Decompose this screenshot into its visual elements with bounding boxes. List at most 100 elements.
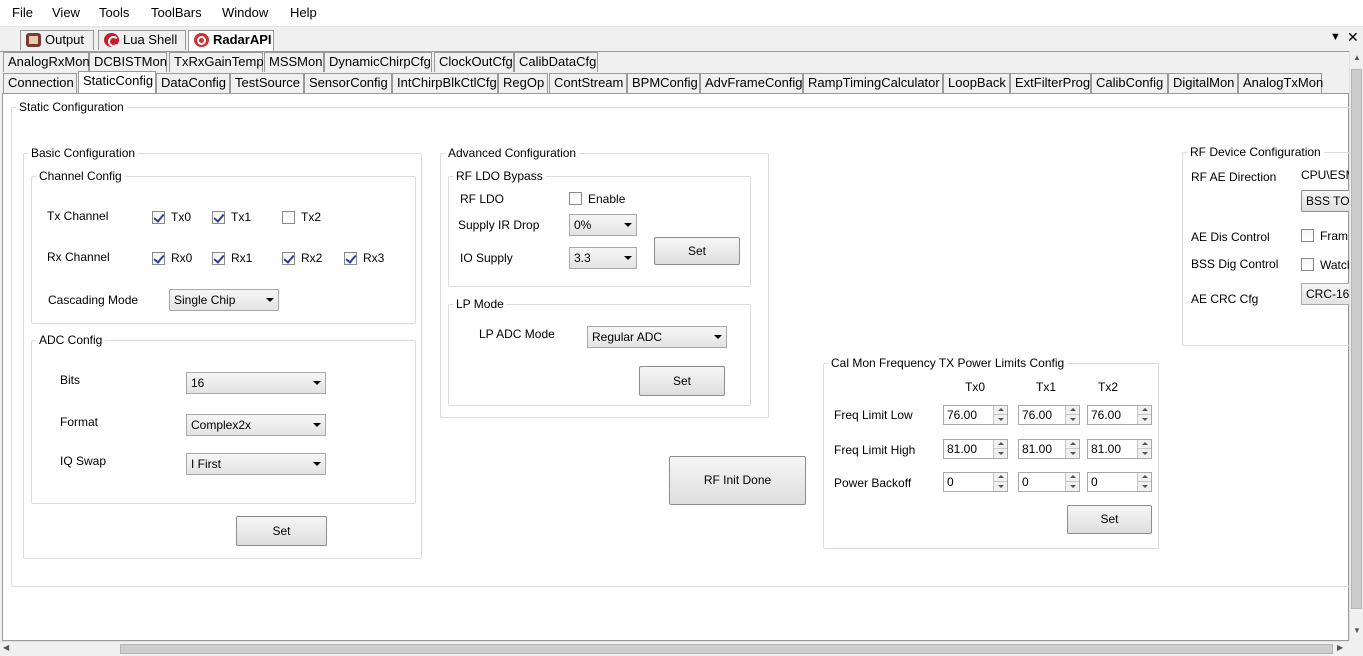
freq-limit-high-tx1-spinner[interactable]: 81.00: [1018, 439, 1080, 459]
doc-tab-output[interactable]: Output: [20, 30, 94, 50]
spin-up-icon[interactable]: [1137, 440, 1151, 449]
tab-dynamicchirpcfg[interactable]: DynamicChirpCfg: [324, 52, 432, 72]
tab-sensorconfig[interactable]: SensorConfig: [304, 73, 392, 93]
spin-down-icon[interactable]: [1137, 482, 1151, 491]
cascading-mode-select[interactable]: Single Chip: [169, 289, 279, 311]
supply-ir-drop-select[interactable]: 0%: [569, 214, 637, 236]
bits-select[interactable]: 16: [186, 372, 326, 394]
tab-staticconfig[interactable]: StaticConfig: [78, 71, 156, 93]
menu-toolbars[interactable]: ToolBars: [151, 5, 202, 20]
spin-up-icon[interactable]: [1065, 440, 1079, 449]
spin-down-icon[interactable]: [1137, 415, 1151, 424]
tab-dcbistmon[interactable]: DCBISTMon: [89, 52, 167, 72]
tab-advframeconfig[interactable]: AdvFrameConfig: [700, 73, 803, 93]
scroll-up-icon[interactable]: ▲: [1353, 53, 1361, 62]
rf-ldo-enable-checkbox[interactable]: [569, 192, 582, 205]
spin-up-icon[interactable]: [1065, 406, 1079, 415]
tx2-checkbox[interactable]: [282, 211, 295, 224]
tab-intchirpblkctlcfg[interactable]: IntChirpBlkCtlCfg: [392, 73, 498, 93]
spin-up-icon[interactable]: [1137, 473, 1151, 482]
lp-set-button[interactable]: Set: [639, 366, 725, 396]
iq-swap-select[interactable]: I First: [186, 453, 326, 475]
scroll-right-icon[interactable]: ▶: [1337, 643, 1343, 652]
freq-limit-high-tx0-spinner[interactable]: 81.00: [943, 439, 1008, 459]
rx2-checkbox[interactable]: [282, 252, 295, 265]
tab-txrxgaintemp[interactable]: TxRxGainTemp: [169, 52, 264, 72]
tab-testsource[interactable]: TestSource: [230, 73, 304, 93]
chevron-down-icon: [313, 381, 321, 385]
basic-set-button[interactable]: Set: [236, 516, 327, 546]
spin-up-icon[interactable]: [1137, 406, 1151, 415]
vertical-scrollbar[interactable]: ▲ ▼: [1349, 51, 1363, 641]
tab-analogrxmon[interactable]: AnalogRxMon: [3, 52, 90, 72]
spin-up-icon[interactable]: [993, 440, 1007, 449]
power-backoff-tx2-spinner[interactable]: 0: [1087, 472, 1152, 492]
tab-bpmconfig[interactable]: BPMConfig: [627, 73, 700, 93]
spin-down-icon[interactable]: [1065, 415, 1079, 424]
tx0-checkbox[interactable]: [152, 211, 165, 224]
close-icon[interactable]: ✕: [1347, 29, 1359, 46]
cpu-esm-label: CPU\ESM: [1301, 168, 1356, 182]
tab-dataconfig[interactable]: DataConfig: [156, 73, 230, 93]
rf-init-done-button[interactable]: RF Init Done: [669, 456, 806, 505]
tab-calibconfig[interactable]: CalibConfig: [1091, 73, 1168, 93]
spin-up-icon[interactable]: [1065, 473, 1079, 482]
lp-adc-mode-select[interactable]: Regular ADC: [587, 326, 727, 348]
freq-limit-low-tx2-spinner[interactable]: 76.00: [1087, 405, 1152, 425]
scroll-down-icon[interactable]: ▼: [1353, 626, 1361, 635]
spin-down-icon[interactable]: [993, 482, 1007, 491]
dropdown-arrow-icon[interactable]: ▼: [1330, 31, 1341, 43]
freq-limit-low-tx0-spinner[interactable]: 76.00: [943, 405, 1008, 425]
tab-regop[interactable]: RegOp: [498, 73, 548, 93]
tab-calibdatacfg[interactable]: CalibDataCfg: [514, 52, 598, 72]
rx1-checkbox[interactable]: [212, 252, 225, 265]
scroll-left-icon[interactable]: ◀: [3, 643, 9, 652]
tab-digitalmon[interactable]: DigitalMon: [1168, 73, 1238, 93]
format-label: Format: [60, 415, 99, 429]
doc-tab-radarapi[interactable]: RadarAPI: [188, 30, 274, 51]
select-value: Single Chip: [174, 293, 236, 307]
rx0-checkbox[interactable]: [152, 252, 165, 265]
tab-contstream[interactable]: ContStream: [549, 73, 627, 93]
horizontal-scrollbar[interactable]: ◀ ▶: [0, 641, 1349, 656]
tab-mssmon[interactable]: MSSMon: [264, 52, 324, 72]
power-backoff-tx0-spinner[interactable]: 0: [943, 472, 1008, 492]
menu-tools[interactable]: Tools: [99, 5, 129, 20]
static-config-page: Static Configuration Basic Configuration…: [2, 93, 1363, 641]
tab-connection[interactable]: Connection: [3, 73, 77, 93]
chevron-down-icon: [624, 223, 632, 227]
spin-down-icon[interactable]: [1065, 482, 1079, 491]
select-value: I First: [191, 457, 221, 471]
freq-limit-low-tx1-spinner[interactable]: 76.00: [1018, 405, 1080, 425]
tab-extfilterprog[interactable]: ExtFilterProg: [1010, 73, 1091, 93]
scrollbar-thumb[interactable]: [1351, 69, 1362, 609]
power-backoff-tx1-spinner[interactable]: 0: [1018, 472, 1080, 492]
doc-tab-lua-shell[interactable]: Lua Shell: [98, 30, 186, 50]
tab-loopback[interactable]: LoopBack: [943, 73, 1010, 93]
radar-icon: [194, 33, 209, 47]
menu-window[interactable]: Window: [222, 5, 268, 20]
tab-clockoutcfg[interactable]: ClockOutCfg: [434, 52, 514, 72]
rx3-checkbox[interactable]: [344, 252, 357, 265]
frame-checkbox[interactable]: [1301, 229, 1314, 242]
freq-limit-high-tx2-spinner[interactable]: 81.00: [1087, 439, 1152, 459]
scrollbar-thumb[interactable]: [120, 644, 1333, 654]
tx0-label: Tx0: [171, 210, 192, 224]
spin-down-icon[interactable]: [993, 449, 1007, 458]
io-supply-select[interactable]: 3.3: [569, 247, 637, 269]
spin-down-icon[interactable]: [1137, 449, 1151, 458]
watchdog-checkbox[interactable]: [1301, 258, 1314, 271]
tab-ramptimingcalculator[interactable]: RampTimingCalculator: [803, 73, 943, 93]
spin-down-icon[interactable]: [1065, 449, 1079, 458]
menu-view[interactable]: View: [52, 5, 80, 20]
spin-up-icon[interactable]: [993, 406, 1007, 415]
menu-help[interactable]: Help: [290, 5, 317, 20]
spin-up-icon[interactable]: [993, 473, 1007, 482]
format-select[interactable]: Complex2x: [186, 414, 326, 436]
ldo-set-button[interactable]: Set: [654, 237, 740, 265]
tab-analogtxmon[interactable]: AnalogTxMon: [1238, 73, 1323, 93]
tx1-checkbox[interactable]: [212, 211, 225, 224]
menu-file[interactable]: File: [12, 5, 33, 20]
cal-mon-set-button[interactable]: Set: [1067, 505, 1152, 534]
spin-down-icon[interactable]: [993, 415, 1007, 424]
